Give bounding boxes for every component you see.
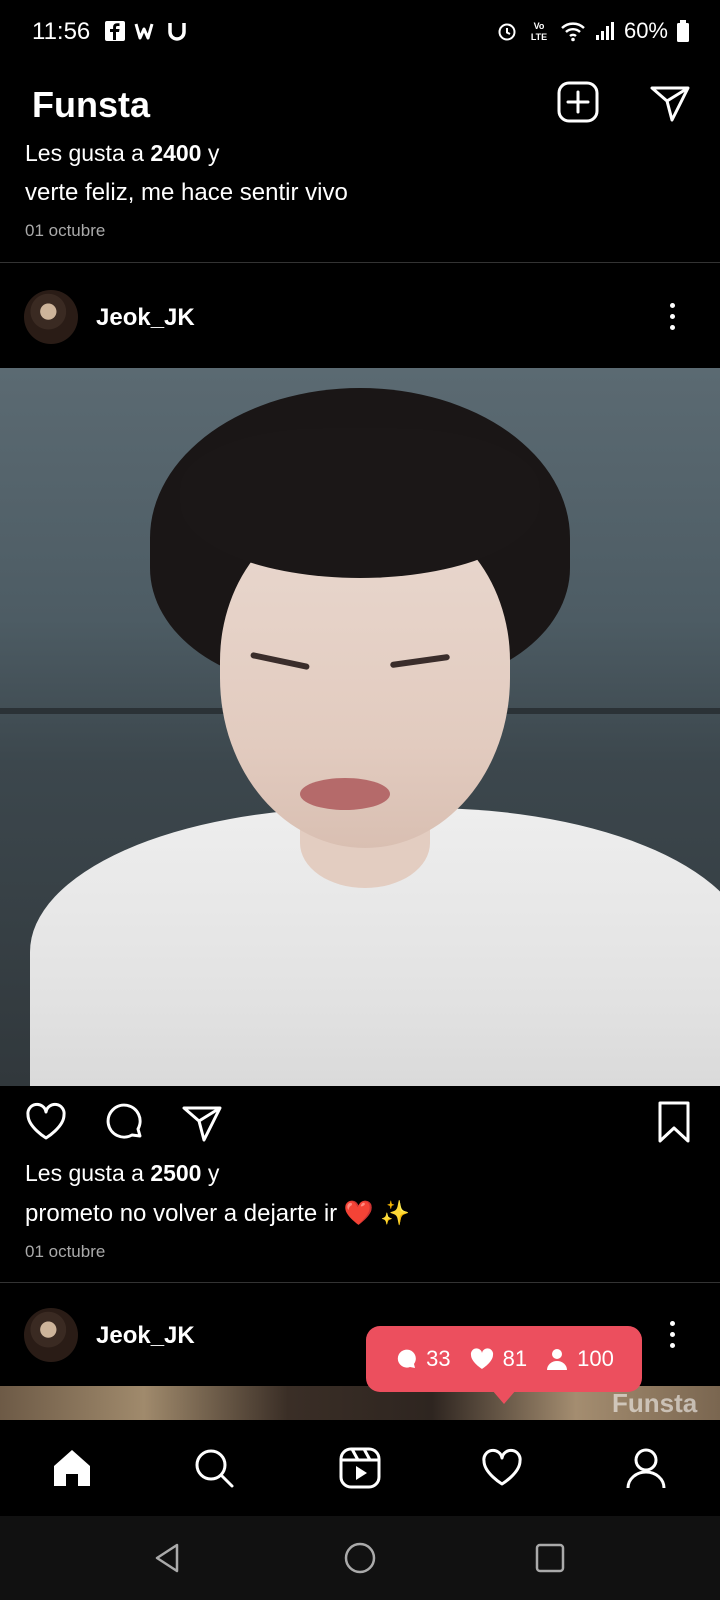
comment-filled-icon	[397, 1349, 416, 1368]
new-post-button[interactable]	[554, 78, 602, 126]
likes-count-text[interactable]: Les gusta a 2500 y	[25, 1160, 685, 1187]
save-button[interactable]	[650, 1098, 698, 1146]
dot-icon	[669, 1320, 675, 1326]
volte-icon: VoLTE	[531, 21, 547, 42]
status-app-icons	[104, 20, 188, 42]
notif-comments: 33	[394, 1346, 451, 1372]
signal-icon	[595, 22, 614, 40]
app-header: Funsta	[0, 78, 720, 134]
post-divider	[0, 262, 720, 263]
profile-icon	[626, 1448, 666, 1489]
post-actions	[0, 1098, 720, 1154]
tab-activity[interactable]	[478, 1444, 526, 1492]
status-system-icons: Vo LTE 60%	[496, 18, 690, 44]
comment-button[interactable]	[100, 1098, 148, 1146]
post-username[interactable]: Jeok_JK	[96, 304, 195, 332]
home-icon	[54, 1450, 90, 1486]
avatar[interactable]	[24, 290, 78, 344]
back-icon	[155, 1543, 179, 1573]
likes-count: 2500	[150, 1160, 202, 1186]
photo-lips	[300, 778, 390, 810]
nav-recents-button[interactable]	[530, 1538, 570, 1578]
post-date: 01 octubre	[25, 221, 106, 240]
post-caption-block: Les gusta a 2500 y prometo no volver a d…	[25, 1160, 685, 1262]
svg-text:Vo: Vo	[534, 21, 545, 31]
dot-icon	[669, 324, 675, 330]
likes-prefix: Les gusta a	[25, 140, 151, 166]
likes-suffix: y	[201, 1160, 220, 1186]
app-title: Funsta	[32, 84, 151, 125]
comment-bubble-icon	[106, 1103, 142, 1139]
dot-icon	[669, 1342, 675, 1348]
likes-count: 2400	[150, 140, 202, 166]
status-time: 11:56	[32, 18, 91, 45]
webtoon-icon	[134, 23, 154, 40]
reels-icon	[339, 1447, 381, 1489]
system-nav-bar	[0, 1516, 720, 1600]
post-caption: verte feliz, me hace sentir vivo	[25, 179, 348, 206]
tab-search[interactable]	[190, 1444, 238, 1492]
nav-home-button[interactable]	[340, 1538, 380, 1578]
nav-back-button[interactable]	[148, 1538, 188, 1578]
paper-plane-icon	[650, 86, 690, 122]
dot-icon	[669, 313, 675, 319]
u-app-icon	[168, 23, 186, 41]
likes-suffix: y	[201, 140, 220, 166]
likes-count-text[interactable]: Les gusta a 2400 y	[25, 140, 685, 167]
home-circle-icon	[344, 1542, 376, 1574]
direct-messages-button[interactable]	[646, 78, 694, 126]
bottom-tab-bar	[0, 1420, 720, 1516]
post-caption: prometo no volver a dejarte ir ❤️ ✨	[25, 1200, 411, 1227]
battery-percent: 60%	[623, 18, 668, 43]
paper-plane-icon	[182, 1106, 222, 1142]
battery-icon	[677, 20, 689, 42]
wifi-icon	[561, 22, 585, 42]
plus-square-icon	[557, 81, 599, 123]
notification-tail	[492, 1390, 516, 1404]
bookmark-icon	[658, 1101, 690, 1143]
status-bar: 11:56 Vo LTE 60%	[0, 0, 720, 68]
heart-icon	[482, 1448, 522, 1486]
notif-followers: 100	[545, 1346, 614, 1372]
recents-icon	[535, 1543, 565, 1573]
tab-reels[interactable]	[336, 1444, 384, 1492]
post-photo[interactable]	[0, 368, 720, 1086]
post-date: 01 octubre	[25, 1242, 106, 1261]
photo-bangs	[180, 428, 540, 578]
alarm-icon	[498, 23, 516, 41]
tab-home[interactable]	[48, 1444, 96, 1492]
dot-icon	[669, 302, 675, 308]
more-options-button[interactable]	[660, 296, 684, 336]
post-header: Jeok_JK	[0, 282, 720, 352]
svg-text:LTE: LTE	[531, 32, 547, 42]
post-username[interactable]: Jeok_JK	[96, 1322, 195, 1350]
notif-comments-count: 33	[426, 1346, 451, 1371]
tab-profile[interactable]	[622, 1444, 670, 1492]
post-divider	[0, 1282, 720, 1283]
notif-followers-count: 100	[577, 1346, 614, 1371]
more-options-button[interactable]	[660, 1314, 684, 1354]
dot-icon	[669, 1331, 675, 1337]
search-icon	[195, 1449, 234, 1488]
notif-likes-count: 81	[502, 1346, 528, 1371]
heart-filled-icon	[470, 1348, 493, 1369]
activity-notification-bubble[interactable]: 33 81 100	[366, 1326, 642, 1392]
heart-outline-icon	[26, 1102, 66, 1140]
watermark-text: Funsta	[612, 1388, 698, 1418]
person-filled-icon	[547, 1349, 568, 1370]
like-button[interactable]	[22, 1098, 70, 1146]
notif-likes: 81	[469, 1346, 527, 1372]
facebook-icon	[105, 21, 125, 41]
avatar[interactable]	[24, 1308, 78, 1362]
previous-post-caption-block: Les gusta a 2400 y verte feliz, me hace …	[25, 140, 685, 241]
likes-prefix: Les gusta a	[25, 1160, 151, 1186]
share-button[interactable]	[178, 1098, 226, 1146]
